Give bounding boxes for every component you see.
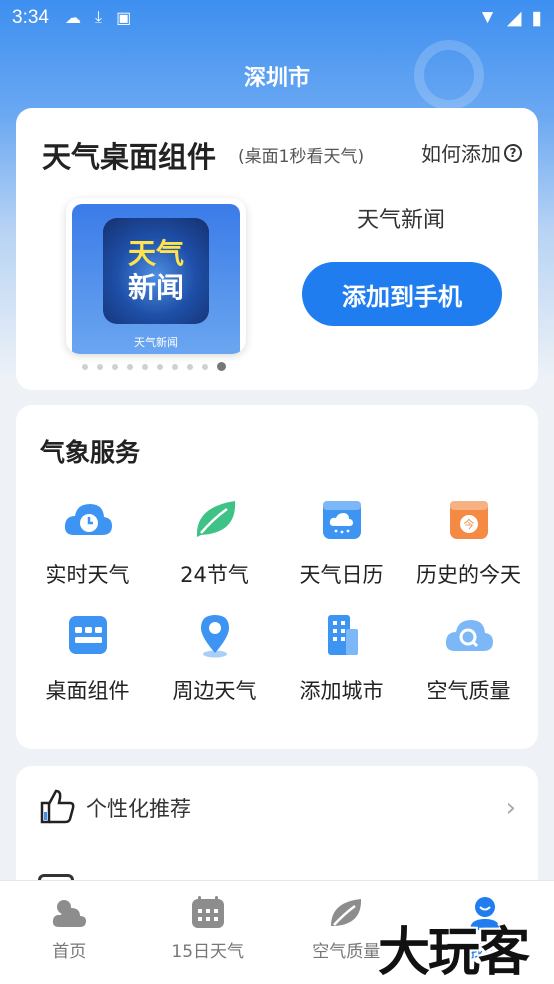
service-add-city[interactable]: 添加城市	[278, 611, 405, 705]
cloud-clock-icon	[62, 495, 114, 543]
service-label: 24节气	[180, 563, 249, 587]
tab-label: 空气质量	[312, 942, 381, 962]
status-bar: 3:34 ☁ ⤓ ▣ ▼ ◢ ▮	[0, 0, 554, 36]
carousel-dot	[112, 363, 118, 370]
carousel-dot	[127, 363, 133, 370]
calendar-today-icon: 今	[443, 495, 495, 543]
how-to-add-link[interactable]: 如何添加 ?	[421, 138, 522, 167]
widget-preview-inner: 天气 新闻 天气新闻	[72, 204, 240, 354]
cloud-search-icon	[443, 611, 495, 659]
leaf-icon	[326, 895, 366, 931]
carousel-dot	[142, 363, 148, 370]
carousel-dot	[172, 363, 178, 370]
status-time: 3:34	[12, 7, 49, 28]
carousel-dots	[82, 362, 226, 371]
svg-text:今: 今	[463, 517, 474, 531]
preview-line1: 天气	[127, 237, 184, 270]
thumbs-up-icon	[38, 787, 76, 829]
carousel-dot	[217, 362, 226, 371]
watermark: 大玩客	[378, 922, 530, 983]
service-label: 桌面组件	[45, 679, 130, 703]
personalized-recommend-label: 个性化推荐	[86, 797, 191, 821]
add-to-phone-button[interactable]: 添加到手机	[302, 262, 502, 326]
battery-icon: ▮	[531, 7, 542, 29]
download-icon: ⤓	[94, 9, 103, 26]
widget-icon	[62, 611, 114, 659]
preview-caption: 天气新闻	[134, 336, 178, 349]
service-label: 实时天气	[45, 563, 130, 587]
service-label: 添加城市	[299, 679, 384, 703]
tab-15day[interactable]: 15日天气	[139, 881, 278, 984]
service-history-today[interactable]: 今 历史的今天	[405, 495, 532, 589]
city-title[interactable]: 深圳市	[0, 60, 554, 92]
service-nearby-weather[interactable]: 周边天气	[151, 611, 278, 705]
calendar-icon	[188, 895, 228, 931]
services-card: 气象服务 实时天气 24节气 天气日历 今 历史的今天 桌面组件 周边天气 添加…	[16, 405, 538, 749]
carousel-dot	[202, 363, 208, 370]
widget-card: 天气桌面组件 (桌面1秒看天气) 如何添加 ? 天气 新闻 天气新闻 天气新闻 …	[16, 108, 538, 390]
service-label: 周边天气	[172, 679, 257, 703]
calendar-cloud-icon	[316, 495, 368, 543]
service-label: 历史的今天	[416, 563, 521, 587]
carousel-dot	[82, 363, 88, 370]
service-label: 天气日历	[299, 563, 384, 587]
location-pin-icon	[189, 611, 241, 659]
leaf-icon	[189, 495, 241, 543]
widget-preview[interactable]: 天气 新闻 天气新闻	[66, 198, 246, 354]
tab-label: 首页	[52, 942, 87, 962]
help-icon: ?	[504, 143, 522, 162]
recommend-card: 个性化推荐 ›	[16, 766, 538, 896]
personalized-recommend-row[interactable]: 个性化推荐 ›	[38, 788, 516, 828]
chevron-right-icon: ›	[505, 793, 516, 823]
carousel-dot	[97, 363, 103, 370]
weather-news-app-icon: 天气 新闻	[103, 218, 209, 324]
service-desktop-widget[interactable]: 桌面组件	[24, 611, 151, 705]
service-air-quality[interactable]: 空气质量	[405, 611, 532, 705]
wifi-icon: ▼	[478, 7, 497, 28]
service-solar-terms[interactable]: 24节气	[151, 495, 278, 589]
carousel-dot	[187, 363, 193, 370]
tab-home[interactable]: 首页	[0, 881, 139, 984]
services-grid: 实时天气 24节气 天气日历 今 历史的今天 桌面组件 周边天气 添加城市 空气…	[24, 495, 532, 705]
preview-line2: 新闻	[127, 271, 184, 304]
widget-card-subtitle: (桌面1秒看天气)	[238, 147, 365, 167]
service-weather-calendar[interactable]: 天气日历	[278, 495, 405, 589]
notification-icon: ▣	[116, 10, 132, 27]
service-label: 空气质量	[426, 679, 511, 703]
weather-notification-icon: ☁	[64, 10, 81, 27]
tab-label: 15日天气	[171, 942, 245, 962]
widget-name: 天气新闻	[356, 208, 445, 233]
carousel-dot	[157, 363, 163, 370]
weather-home-icon	[49, 895, 89, 931]
signal-icon: ◢	[506, 7, 522, 29]
how-to-add-label: 如何添加	[421, 142, 501, 166]
services-title: 气象服务	[40, 438, 141, 467]
widget-card-title: 天气桌面组件	[42, 140, 217, 174]
service-realtime-weather[interactable]: 实时天气	[24, 495, 151, 589]
building-icon	[316, 611, 368, 659]
